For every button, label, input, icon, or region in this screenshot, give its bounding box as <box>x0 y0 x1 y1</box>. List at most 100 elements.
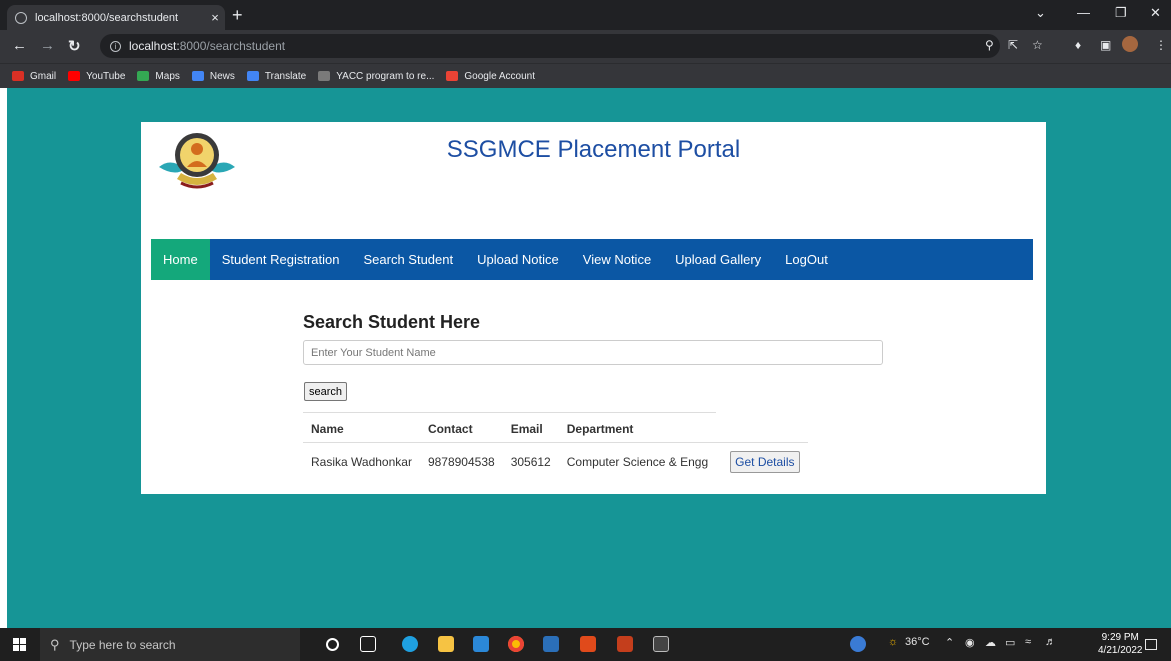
bookmark-label: Google Account <box>464 70 536 82</box>
clock-date: 4/21/2022 <box>1098 645 1143 656</box>
zoom-icon[interactable]: ⚲ <box>985 38 994 52</box>
reload-icon[interactable]: ↻ <box>68 37 81 55</box>
page-background: SSGMCE Placement Portal Home Student Regi… <box>7 88 1171 628</box>
new-tab-button[interactable]: + <box>232 6 243 24</box>
cell-action: Get Details <box>716 443 807 482</box>
search-button[interactable]: search <box>304 382 348 401</box>
nav-item-search-student[interactable]: Search Student <box>351 239 465 280</box>
star-icon[interactable]: ☆ <box>1032 38 1043 52</box>
nav-item-home[interactable]: Home <box>151 239 210 280</box>
wifi-icon[interactable]: ≈ <box>1025 636 1031 648</box>
column-header-contact: Contact <box>419 412 503 443</box>
side-panel-icon[interactable]: ▣ <box>1100 38 1111 52</box>
bookmark-favicon-icon <box>318 71 331 81</box>
bookmark-item[interactable]: YACC program to re... <box>318 71 434 82</box>
cell-department: Computer Science & Engg <box>566 455 709 469</box>
battery-icon[interactable]: ▭ <box>1005 636 1015 649</box>
column-header-name: Name <box>303 412 420 443</box>
bookmark-favicon-icon <box>191 71 204 81</box>
url-host: localhost: <box>129 39 180 53</box>
bookmark-label: Maps <box>155 70 180 82</box>
bookmark-item[interactable]: Maps <box>137 70 180 82</box>
get-details-button[interactable]: Get Details <box>730 451 800 473</box>
browser-toolbar: ← → ↻ i localhost: 8000/searchstudent <box>0 30 1171 63</box>
bookmark-label: Translate <box>264 70 307 82</box>
task-view-icon[interactable] <box>360 636 376 652</box>
store-icon[interactable] <box>543 636 559 652</box>
forward-arrow-icon[interactable]: → <box>40 37 55 54</box>
results-header-row: Name Contact Email Department <box>303 412 808 443</box>
file-explorer-icon[interactable] <box>438 636 454 652</box>
windows-start-icon[interactable] <box>13 638 26 651</box>
bookmark-label: YACC program to re... <box>336 70 435 82</box>
windows-taskbar: ⚲ Type here to search ☼ 36°C ⌃ ◉ ☁ ▭ ≈ ♬… <box>0 628 1171 661</box>
search-heading: Search Student Here <box>303 312 481 332</box>
bookmark-label: YouTube <box>86 70 126 82</box>
bookmark-item[interactable]: Translate <box>246 70 307 82</box>
site-info-icon[interactable]: i <box>110 40 121 52</box>
results-table: Name Contact Email Department Rasika Wad… <box>303 412 808 481</box>
browser-tab-strip: localhost:8000/searchstudent × + ⌄ — ❐ ✕ <box>0 0 1171 30</box>
cortana-icon[interactable] <box>326 638 339 651</box>
office-icon[interactable] <box>580 636 596 652</box>
cell-email: 305612 <box>510 455 551 469</box>
terminal-icon[interactable] <box>653 636 669 652</box>
nav-item-upload-gallery[interactable]: Upload Gallery <box>663 239 773 280</box>
main-navbar: Home Student Registration Search Student Up… <box>151 239 1033 280</box>
bookmark-favicon-icon <box>137 71 150 81</box>
notifications-icon[interactable] <box>1145 639 1157 650</box>
url-path: 8000/searchstudent <box>179 39 286 53</box>
back-arrow-icon[interactable]: ← <box>12 37 27 54</box>
browser-tab[interactable]: localhost:8000/searchstudent × <box>7 5 225 30</box>
bookmark-label: News <box>209 70 235 82</box>
bookmark-item[interactable]: Gmail <box>12 71 56 82</box>
system-clock[interactable]: 9:29 PM 4/21/2022 <box>1098 631 1143 657</box>
weather-temperature[interactable]: 36°C <box>905 636 930 648</box>
portal-title: SSGMCE Placement Portal <box>446 136 741 163</box>
bookmark-item[interactable]: YouTube <box>68 71 125 82</box>
close-window-icon[interactable]: ✕ <box>1150 5 1161 21</box>
bookmark-item[interactable]: News <box>191 70 235 82</box>
taskbar-search-placeholder: Type here to search <box>69 637 176 652</box>
portal-card: SSGMCE Placement Portal Home Student Regi… <box>141 122 1046 494</box>
bookmark-favicon-icon <box>446 71 459 81</box>
chrome-icon[interactable] <box>508 636 524 652</box>
weather-icon[interactable]: ☼ <box>888 636 898 648</box>
column-header-email: Email <box>502 412 559 443</box>
nav-item-view-notice[interactable]: View Notice <box>571 239 663 280</box>
volume-icon[interactable]: ♬ <box>1045 636 1056 648</box>
globe-icon <box>15 11 27 24</box>
cell-name: Rasika Wadhonkar <box>311 455 412 469</box>
nav-item-logout[interactable]: LogOut <box>773 239 840 280</box>
bookmarks-bar: Gmail YouTube Maps News Translate YACC progra… <box>0 63 1171 88</box>
mail-icon[interactable] <box>473 636 489 652</box>
bookmark-favicon-icon <box>246 71 259 81</box>
menu-dots-icon[interactable]: ⋮ <box>1155 38 1167 52</box>
clock-time: 9:29 PM <box>1101 632 1139 643</box>
chevron-up-icon[interactable]: ⌃ <box>945 636 954 649</box>
bookmark-label: Gmail <box>30 70 57 82</box>
restore-icon[interactable]: ❐ <box>1115 5 1127 21</box>
tab-title: localhost:8000/searchstudent <box>35 11 179 24</box>
column-header-action <box>716 412 808 443</box>
bookmark-favicon-icon <box>68 71 81 81</box>
network-activity-icon[interactable]: ☁ <box>985 636 996 649</box>
bookmark-item[interactable]: Google Account <box>446 71 535 82</box>
meet-icon[interactable]: ◉ <box>965 636 975 649</box>
powerpoint-icon[interactable] <box>617 636 633 652</box>
tab-close-icon[interactable]: × <box>205 10 225 25</box>
help-icon[interactable] <box>850 636 866 652</box>
share-icon[interactable]: ⇱ <box>1008 38 1018 52</box>
edge-icon[interactable] <box>402 636 418 652</box>
profile-avatar[interactable] <box>1122 36 1138 52</box>
minimize-icon[interactable]: — <box>1077 5 1090 20</box>
chevron-down-icon[interactable]: ⌄ <box>1035 5 1046 21</box>
column-header-department: Department <box>558 412 717 443</box>
nav-item-student-registration[interactable]: Student Registration <box>210 239 352 280</box>
extensions-icon[interactable]: ♦ <box>1075 38 1081 52</box>
student-search-input[interactable] <box>303 340 883 365</box>
taskbar-search-box[interactable]: ⚲ Type here to search <box>40 628 300 661</box>
table-row: Rasika Wadhonkar 9878904538 305612 Compu… <box>303 443 808 482</box>
nav-item-upload-notice[interactable]: Upload Notice <box>465 239 571 280</box>
address-bar[interactable]: i localhost: 8000/searchstudent <box>100 34 1000 58</box>
